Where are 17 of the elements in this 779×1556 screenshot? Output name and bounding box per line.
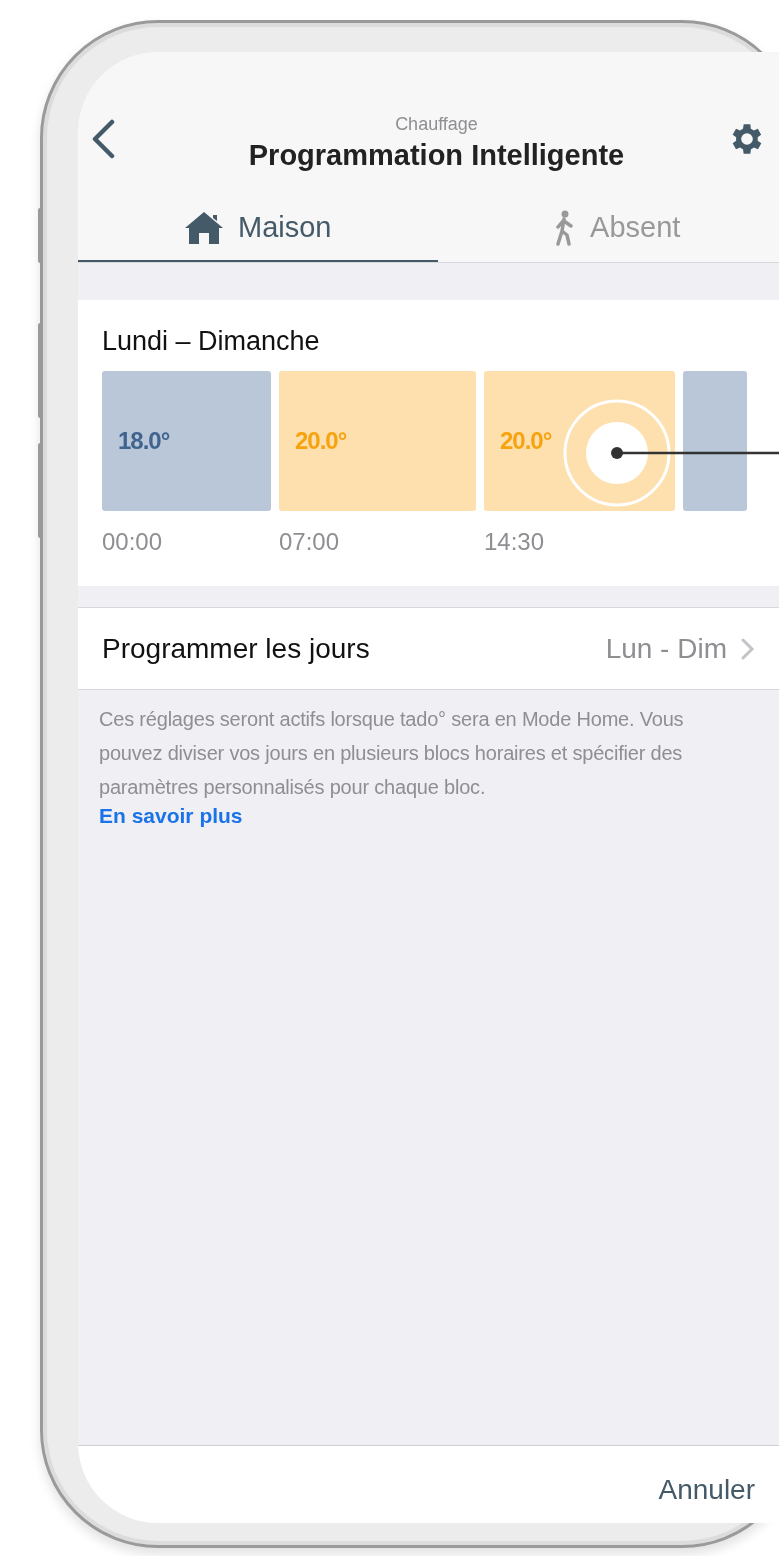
time-block[interactable]: 18.0°: [102, 371, 271, 511]
drag-handle[interactable]: [562, 398, 779, 508]
screen-subtitle: Chauffage: [395, 113, 478, 135]
back-button[interactable]: [90, 118, 116, 159]
house-icon: [184, 210, 224, 245]
time-label: 07:00: [279, 528, 341, 556]
schedule-title: Lundi – Dimanche: [102, 326, 321, 357]
tab[interactable]: Maison: [78, 195, 438, 262]
description-text: Ces réglages seront actifs lorsque tado° sera en Mode Home. Vous pouvez diviser vos jours en plusieurs blocs horaires et spécifier des paramètres personnalisés pour chaque bloc.: [99, 707, 685, 800]
screen-title: Programmation Intelligente: [248, 138, 625, 172]
chevron-icon: [741, 637, 755, 660]
learn-more-link[interactable]: En savoir plus: [99, 804, 243, 828]
tab[interactable]: Absent: [437, 195, 779, 262]
days-row[interactable]: Programmer les jours Lun - Dim: [78, 608, 779, 690]
time-label: 00:00: [102, 528, 164, 556]
cancel-button[interactable]: Annuler: [658, 1473, 755, 1506]
time-label: 14:30: [484, 528, 546, 556]
